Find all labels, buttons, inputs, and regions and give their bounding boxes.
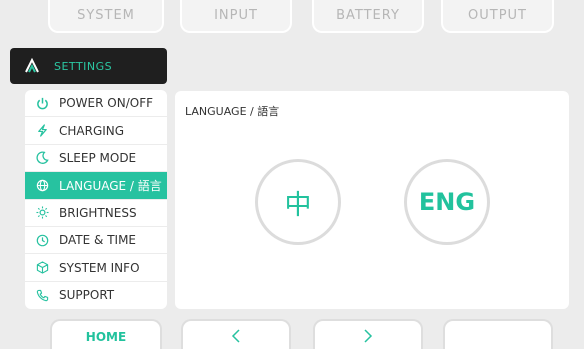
chevron-left-icon xyxy=(230,328,242,347)
logo-icon xyxy=(10,58,54,74)
menu-item-system-info[interactable]: SYSTEM INFO xyxy=(25,254,167,282)
menu-item-power[interactable]: POWER ON/OFF xyxy=(25,90,167,118)
tab-system[interactable]: SYSTEM xyxy=(48,0,164,33)
menu-item-label: POWER ON/OFF xyxy=(59,96,153,111)
power-icon xyxy=(25,97,59,110)
menu-item-language[interactable]: LANGUAGE / 語言 xyxy=(25,172,167,200)
chevron-right-icon xyxy=(362,328,374,347)
bolt-icon xyxy=(25,124,59,137)
menu-item-datetime[interactable]: DATE & TIME xyxy=(25,227,167,255)
globe-icon xyxy=(25,179,59,192)
cube-icon xyxy=(25,261,59,274)
clock-icon xyxy=(25,234,59,247)
next-button[interactable] xyxy=(313,319,423,349)
settings-menu: POWER ON/OFF CHARGING SLEEP MODE LANGUAG… xyxy=(25,90,167,309)
panel-title: LANGUAGE / 語言 xyxy=(185,105,280,118)
tab-battery[interactable]: BATTERY xyxy=(312,0,424,33)
empty-nav-button[interactable] xyxy=(443,319,553,349)
previous-button[interactable] xyxy=(181,319,291,349)
chinese-language-button[interactable]: 中 xyxy=(255,159,341,245)
menu-item-label: SYSTEM INFO xyxy=(59,260,140,275)
tab-input[interactable]: INPUT xyxy=(180,0,292,33)
sun-icon xyxy=(25,206,59,219)
english-language-button[interactable]: ENG xyxy=(404,159,490,245)
menu-item-label: SLEEP MODE xyxy=(59,150,137,165)
menu-item-label: BRIGHTNESS xyxy=(59,205,137,220)
moon-icon xyxy=(25,151,59,165)
menu-item-sleep[interactable]: SLEEP MODE xyxy=(25,145,167,173)
menu-item-label: SUPPORT xyxy=(59,288,115,303)
settings-header: SETTINGS xyxy=(10,48,167,84)
tab-output[interactable]: OUTPUT xyxy=(441,0,554,33)
home-button[interactable]: HOME xyxy=(50,319,162,349)
phone-icon xyxy=(25,289,59,302)
menu-item-charging[interactable]: CHARGING xyxy=(25,117,167,145)
settings-title: SETTINGS xyxy=(54,59,113,73)
menu-item-label: LANGUAGE / 語言 xyxy=(59,178,162,193)
menu-item-label: DATE & TIME xyxy=(59,233,137,248)
language-panel: LANGUAGE / 語言 中 ENG xyxy=(175,91,569,309)
menu-item-label: CHARGING xyxy=(59,123,125,138)
menu-item-support[interactable]: SUPPORT xyxy=(25,282,167,309)
menu-item-brightness[interactable]: BRIGHTNESS xyxy=(25,200,167,227)
